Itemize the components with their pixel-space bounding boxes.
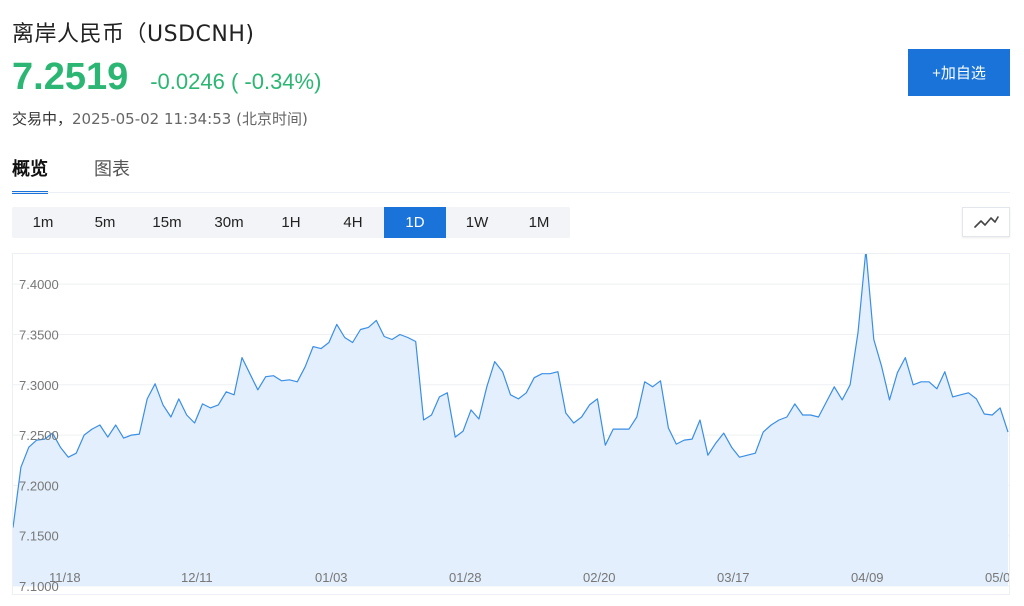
period-1d[interactable]: 1D <box>384 207 446 238</box>
period-1mo[interactable]: 1M <box>508 207 570 238</box>
period-15m[interactable]: 15m <box>136 207 198 238</box>
y-tick-label: 7.3000 <box>19 378 59 393</box>
x-tick-label: 02/20 <box>583 570 616 585</box>
x-tick-label: 12/11 <box>181 570 213 585</box>
period-30m[interactable]: 30m <box>198 207 260 238</box>
page-title: 离岸人民币（USDCNH) <box>12 22 255 47</box>
x-tick-label: 03/17 <box>717 570 750 585</box>
y-tick-label: 7.3500 <box>19 327 59 342</box>
y-tick-label: 7.1500 <box>19 529 59 544</box>
period-selector: 1m 5m 15m 30m 1H 4H 1D 1W 1M <box>12 207 570 238</box>
y-tick-label: 7.4000 <box>19 277 59 292</box>
x-tick-label: 04/09 <box>851 570 884 585</box>
tab-bar: 概览 图表 <box>12 155 176 194</box>
chart-type-button[interactable] <box>962 207 1010 237</box>
period-1w[interactable]: 1W <box>446 207 508 238</box>
price-chart[interactable]: 7.1000 7.1500 7.2000 7.2500 7.3000 7.3500 7.40… <box>12 253 1010 595</box>
period-4h[interactable]: 4H <box>322 207 384 238</box>
timezone-label: (北京时间) <box>236 110 308 128</box>
tab-chart[interactable]: 图表 <box>94 155 130 194</box>
price-area-fill <box>13 254 1008 586</box>
x-tick-label: 01/28 <box>449 570 482 585</box>
period-1m[interactable]: 1m <box>12 207 74 238</box>
y-tick-label: 7.2500 <box>19 428 59 443</box>
timestamp: 2025-05-02 11:34:53 <box>72 110 232 128</box>
line-chart-icon <box>974 216 999 228</box>
trading-status: 交易中，2025-05-02 11:34:53 (北京时间) <box>12 108 308 129</box>
status-label: 交易中， <box>12 110 73 128</box>
price-change: -0.0246 ( -0.34%) <box>150 69 322 94</box>
tab-divider <box>12 192 1010 193</box>
add-watchlist-button[interactable]: +加自选 <box>908 49 1010 96</box>
price-row: 7.2519 -0.0246 ( -0.34%) <box>12 56 321 99</box>
x-tick-label: 05/0 <box>985 570 1009 585</box>
x-tick-label: 01/03 <box>315 570 348 585</box>
period-5m[interactable]: 5m <box>74 207 136 238</box>
y-tick-label: 7.2000 <box>19 478 59 493</box>
x-tick-label: 11/18 <box>49 570 81 585</box>
current-price: 7.2519 <box>12 56 129 98</box>
price-chart-svg: 7.10007.15007.20007.25007.30007.35007.40… <box>13 254 1009 594</box>
tab-overview[interactable]: 概览 <box>12 155 48 194</box>
period-1h[interactable]: 1H <box>260 207 322 238</box>
